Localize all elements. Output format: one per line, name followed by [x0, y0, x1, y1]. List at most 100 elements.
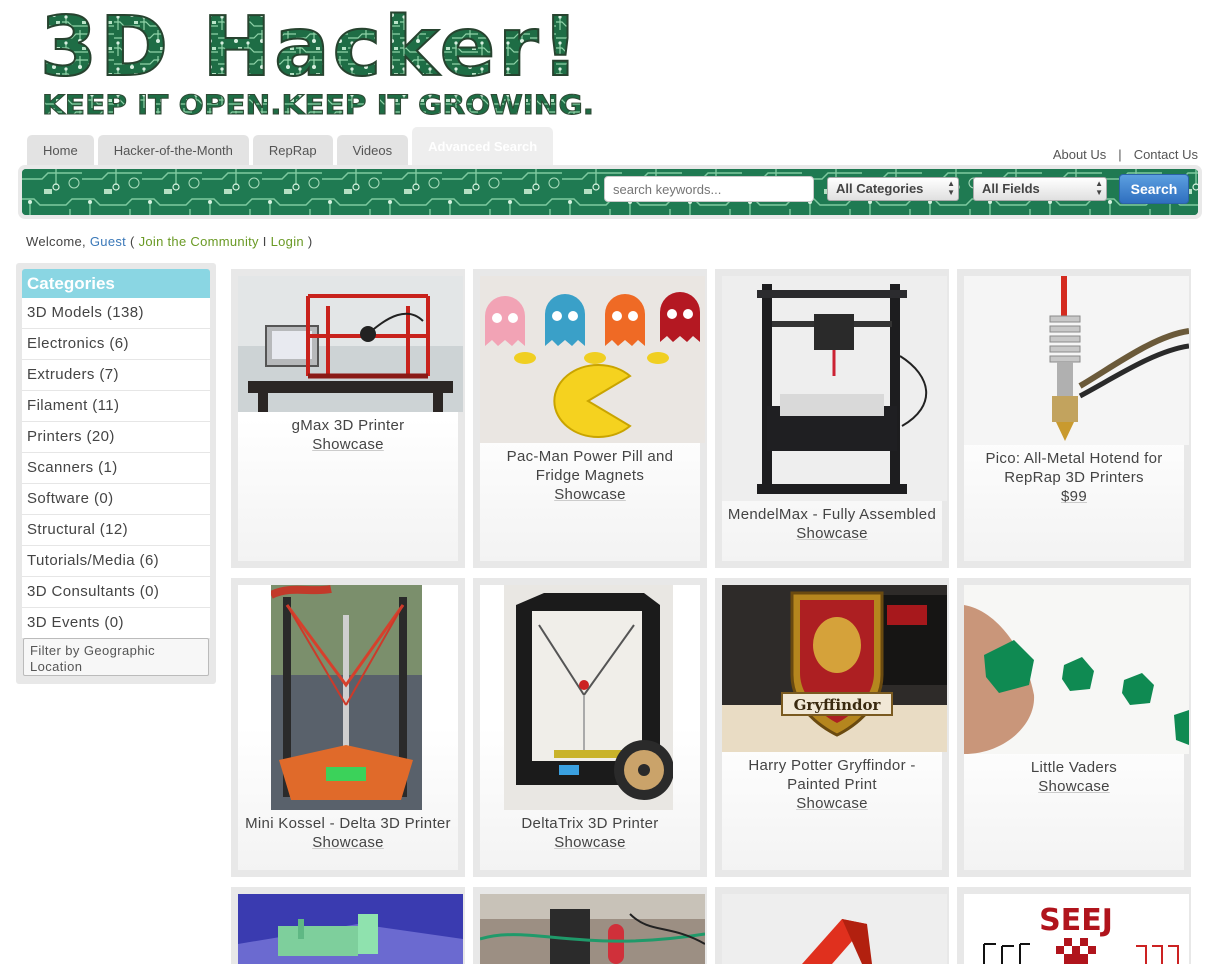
listing-card-pacman[interactable]: Pac-Man Power Pill and Fridge Magnets Sh… [473, 269, 707, 568]
categories-header: Categories [22, 269, 210, 298]
listing-card-pico-hotend[interactable]: Pico: All-Metal Hotend for RepRap 3D Pri… [957, 269, 1191, 568]
listing-image-deltatrix[interactable] [504, 585, 673, 810]
category-scanners[interactable]: Scanners (1) [22, 453, 210, 484]
listing-name: DeltaTrix 3D Printer [521, 815, 659, 832]
category-select[interactable]: All Categories ▲ ▼ [827, 177, 959, 201]
listing-card-deltatrix[interactable]: DeltaTrix 3D Printer Showcase [473, 578, 707, 877]
listing-image-little-vaders[interactable] [964, 585, 1189, 754]
listing-card-body: DeltaTrix 3D Printer Showcase [480, 585, 700, 870]
listing-card-wires[interactable] [473, 887, 707, 964]
geo-filter-button[interactable]: Filter by Geographic Location [23, 638, 209, 676]
listing-card-red-part[interactable] [715, 887, 949, 964]
about-us-link[interactable]: About Us [1053, 147, 1106, 162]
category-3d-consultants[interactable]: 3D Consultants (0) [22, 577, 210, 608]
site-logo[interactable]: 3D Hacker! KEEP IT OPEN.KEEP IT GROWING. [36, 0, 612, 124]
welcome-text: Welcome, [26, 234, 86, 249]
category-structural[interactable]: Structural (12) [22, 515, 210, 546]
listing-price: $99 [1061, 488, 1087, 505]
guest-user-link[interactable]: Guest [90, 234, 126, 249]
category-printers[interactable]: Printers (20) [22, 422, 210, 453]
search-button[interactable]: Search [1119, 174, 1189, 204]
welcome-separator: I [262, 234, 267, 249]
listing-category: Showcase [554, 486, 626, 503]
tab-videos[interactable]: Videos [336, 135, 409, 165]
category-electronics[interactable]: Electronics (6) [22, 329, 210, 360]
field-select[interactable]: All Fields ▲ ▼ [973, 177, 1107, 201]
listing-card-maze[interactable] [231, 887, 465, 964]
seej-logo-text: SEEJ [1039, 903, 1113, 938]
select-arrows-icon: ▲ ▼ [1095, 179, 1103, 197]
listing-category: Showcase [1038, 778, 1110, 795]
logo-title: 3D Hacker! [40, 4, 582, 95]
listing-title[interactable]: Pac-Man Power Pill and Fridge Magnets Sh… [484, 447, 696, 504]
listing-name: Harry Potter Gryffindor - Painted Print [748, 757, 916, 793]
listing-name: Pac-Man Power Pill and Fridge Magnets [506, 448, 674, 484]
main-nav: Home Hacker-of-the-Month RepRap Videos A… [27, 127, 557, 165]
listing-card-gmax[interactable]: gMax 3D Printer Showcase [231, 269, 465, 568]
listing-image-mendelmax[interactable] [722, 276, 947, 501]
category-3d-models[interactable]: 3D Models (138) [22, 298, 210, 329]
listing-image-wires[interactable] [480, 894, 705, 964]
tab-advanced-search[interactable]: Advanced Search [412, 127, 554, 165]
category-select-value: All Categories [836, 181, 924, 196]
login-link[interactable]: Login [271, 234, 304, 249]
listing-category: Showcase [312, 834, 384, 851]
search-bar: All Categories ▲▼ All Fields ▲▼ Search [18, 165, 1202, 219]
top-links-separator: | [1118, 147, 1122, 162]
listing-card-body: Pac-Man Power Pill and Fridge Magnets Sh… [480, 276, 705, 561]
listing-name: Mini Kossel - Delta 3D Printer [245, 815, 451, 832]
listing-name: Pico: All-Metal Hotend for RepRap 3D Pri… [985, 450, 1163, 486]
category-3d-events[interactable]: 3D Events (0) [22, 608, 210, 639]
listing-image-gmax[interactable] [238, 276, 463, 412]
listing-card-body: Gryffindor Harry Potter Gryffindor - Pai… [722, 585, 947, 870]
category-extruders[interactable]: Extruders (7) [22, 360, 210, 391]
category-software[interactable]: Software (0) [22, 484, 210, 515]
listing-title[interactable]: Little Vaders Showcase [968, 758, 1180, 796]
listing-name: Little Vaders [1030, 759, 1118, 776]
listing-card-mendelmax[interactable]: MendelMax - Fully Assembled Showcase [715, 269, 949, 568]
listing-card-body: MendelMax - Fully Assembled Showcase [722, 276, 947, 561]
tab-home[interactable]: Home [27, 135, 94, 165]
category-filament[interactable]: Filament (11) [22, 391, 210, 422]
listing-card-body [480, 894, 705, 964]
listing-card-body: SEEJ [964, 894, 1189, 964]
select-arrows-icon: ▲ ▼ [947, 179, 955, 197]
listing-image-seej[interactable]: SEEJ [964, 894, 1189, 964]
listing-card-mini-kossel[interactable]: Mini Kossel - Delta 3D Printer Showcase [231, 578, 465, 877]
category-tutorials-media[interactable]: Tutorials/Media (6) [22, 546, 210, 577]
gryffindor-banner-text: Gryffindor [794, 696, 882, 714]
listing-category: Showcase [312, 436, 384, 453]
paren-open: ( [130, 234, 135, 249]
listing-image-maze[interactable] [238, 894, 463, 964]
listing-title[interactable]: Mini Kossel - Delta 3D Printer Showcase [242, 814, 454, 852]
listing-card-gryffindor[interactable]: Gryffindor Harry Potter Gryffindor - Pai… [715, 578, 949, 877]
listing-card-body: Little Vaders Showcase [964, 585, 1189, 870]
tab-reprap[interactable]: RepRap [252, 135, 333, 165]
listing-image-mini-kossel[interactable] [271, 585, 422, 810]
listing-image-pacman[interactable] [480, 276, 705, 443]
top-links: About Us | Contact Us [1053, 147, 1198, 162]
logo-tagline: KEEP IT OPEN.KEEP IT GROWING. [42, 90, 594, 121]
listing-title[interactable]: Pico: All-Metal Hotend for RepRap 3D Pri… [968, 449, 1180, 506]
search-input[interactable] [604, 176, 814, 202]
categories-sidebar: Categories 3D Models (138) Electronics (… [16, 263, 216, 684]
listing-image-red-part[interactable] [722, 894, 947, 964]
listing-card-body [238, 894, 463, 964]
listing-title[interactable]: MendelMax - Fully Assembled Showcase [726, 505, 938, 543]
listing-card-body: gMax 3D Printer Showcase [238, 276, 463, 561]
listing-category: Showcase [796, 525, 868, 542]
listing-name: MendelMax - Fully Assembled [727, 506, 937, 523]
listing-title[interactable]: DeltaTrix 3D Printer Showcase [484, 814, 696, 852]
welcome-line: Welcome, Guest ( Join the Community I Lo… [26, 234, 312, 249]
listing-category: Showcase [554, 834, 626, 851]
contact-us-link[interactable]: Contact Us [1134, 147, 1198, 162]
listing-card-little-vaders[interactable]: Little Vaders Showcase [957, 578, 1191, 877]
tab-hacker-of-the-month[interactable]: Hacker-of-the-Month [97, 135, 249, 165]
listing-card-seej[interactable]: SEEJ [957, 887, 1191, 964]
listing-title[interactable]: gMax 3D Printer Showcase [242, 416, 454, 454]
join-community-link[interactable]: Join the Community [139, 234, 259, 249]
listing-image-gryffindor[interactable]: Gryffindor [722, 585, 947, 752]
field-select-value: All Fields [982, 181, 1040, 196]
listing-image-pico-hotend[interactable] [964, 276, 1189, 445]
listing-title[interactable]: Harry Potter Gryffindor - Painted Print … [726, 756, 938, 813]
